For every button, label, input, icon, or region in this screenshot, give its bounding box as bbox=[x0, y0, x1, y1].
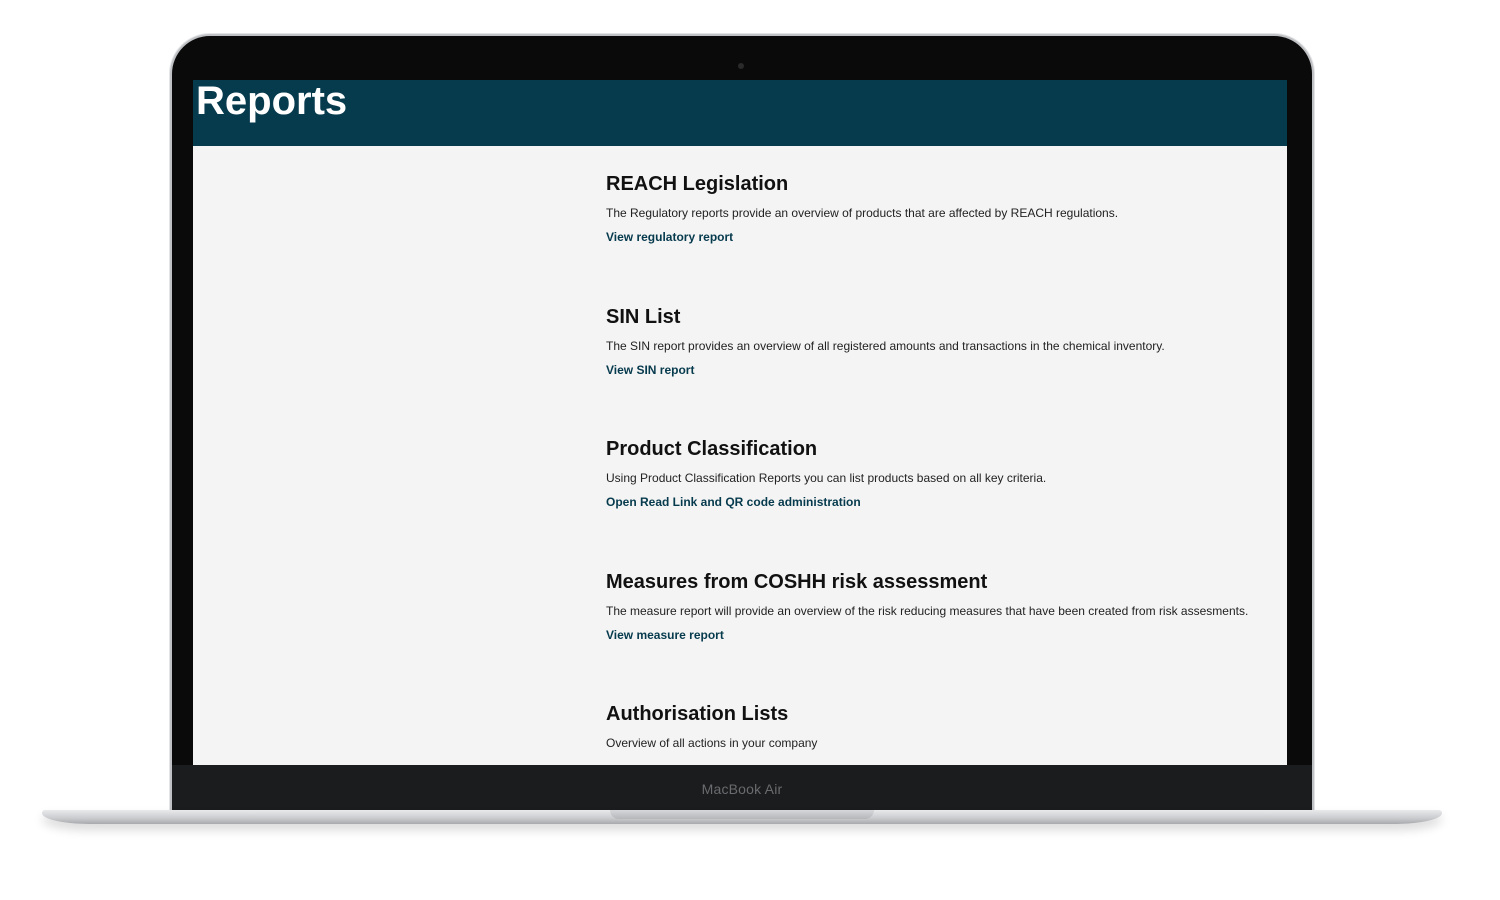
report-section-coshh-measures: Measures from COSHH risk assessment The … bbox=[606, 570, 1276, 703]
view-measure-report-link[interactable]: View measure report bbox=[606, 627, 724, 643]
section-title: Product Classification bbox=[606, 438, 818, 460]
section-title: Measures from COSHH risk assessment bbox=[606, 570, 988, 593]
laptop-chin: MacBook Air bbox=[172, 765, 1312, 816]
device-brand-label: MacBook Air bbox=[701, 781, 783, 797]
report-section-authorisation: Authorisation Lists Overview of all acti… bbox=[606, 702, 1276, 765]
open-read-link-admin-link[interactable]: Open Read Link and QR code administratio… bbox=[606, 494, 861, 510]
section-description: Using Product Classification Reports you… bbox=[606, 471, 1047, 485]
section-description: The measure report will provide an overv… bbox=[606, 603, 1249, 618]
report-section-reach: REACH Legislation The Regulatory reports… bbox=[606, 172, 1276, 305]
report-section-product-classification: Product Classification Using Product Cla… bbox=[606, 437, 1276, 570]
screen: Reports REACH Legislation The Regulatory… bbox=[193, 80, 1287, 765]
view-regulatory-report-link[interactable]: View regulatory report bbox=[606, 229, 733, 245]
report-list: REACH Legislation The Regulatory reports… bbox=[606, 172, 1276, 765]
view-sin-report-link[interactable]: View SIN report bbox=[606, 362, 694, 378]
section-title: REACH Legislation bbox=[606, 173, 789, 195]
section-description: Overview of all actions in your company bbox=[606, 736, 818, 750]
laptop-mockup: Reports REACH Legislation The Regulatory… bbox=[0, 0, 1500, 900]
laptop-base-notch bbox=[610, 810, 874, 819]
camera-icon bbox=[738, 63, 744, 69]
page-title: Reports bbox=[196, 80, 348, 123]
laptop-lid: Reports REACH Legislation The Regulatory… bbox=[172, 36, 1312, 816]
section-title: SIN List bbox=[606, 305, 681, 328]
section-description: The Regulatory reports provide an overvi… bbox=[606, 206, 1119, 220]
report-section-sin: SIN List The SIN report provides an over… bbox=[606, 305, 1276, 438]
page-header: Reports bbox=[193, 80, 1287, 146]
section-title: Authorisation Lists bbox=[606, 703, 789, 725]
section-description: The SIN report provides an overview of a… bbox=[606, 338, 1165, 353]
